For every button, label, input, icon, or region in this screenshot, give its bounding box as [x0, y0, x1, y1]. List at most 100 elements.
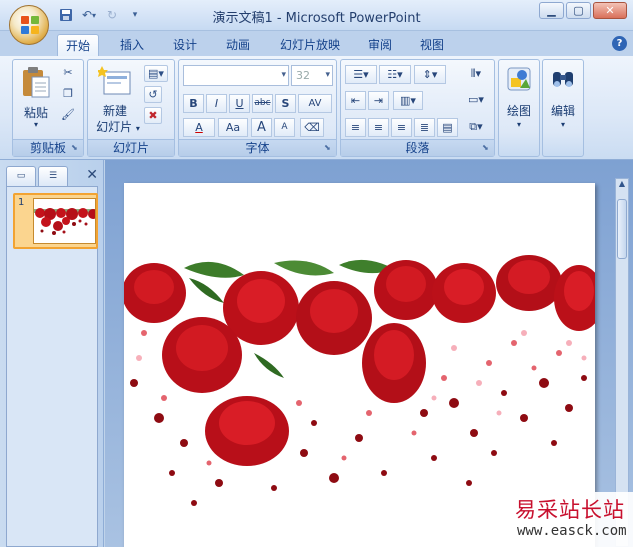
- char-spacing-button[interactable]: AV: [298, 94, 332, 113]
- minimize-button[interactable]: ▁: [539, 2, 564, 19]
- tab-review[interactable]: 审阅: [360, 34, 400, 57]
- new-slide-dropdown-icon[interactable]: ▾: [136, 124, 140, 133]
- window-controls: ▁ ▢ ✕: [539, 2, 627, 19]
- new-slide-label-1: 新建: [102, 104, 127, 118]
- decrease-indent-button[interactable]: ⇤: [345, 91, 366, 110]
- font-color-button[interactable]: A: [183, 118, 215, 137]
- eraser-icon: ⌫: [304, 121, 320, 134]
- delete-slide-button[interactable]: ✖: [144, 107, 162, 124]
- change-case-button[interactable]: Aa: [218, 118, 248, 137]
- font-name-dropdown-icon[interactable]: ▾: [281, 66, 286, 85]
- editing-dropdown-icon[interactable]: ▾: [543, 120, 583, 129]
- align-left-button[interactable]: ≡: [345, 118, 366, 137]
- bold-button[interactable]: B: [183, 94, 204, 113]
- paragraph-launcher-icon[interactable]: ⬊: [482, 144, 491, 153]
- copy-button[interactable]: ❐: [59, 86, 77, 103]
- strikethrough-button[interactable]: abc: [252, 94, 273, 113]
- editing-button[interactable]: 编辑 ▾: [543, 64, 583, 144]
- slide-editing-area: ▲: [105, 160, 633, 547]
- scroll-up-icon[interactable]: ▲: [616, 179, 628, 193]
- watermark: 易采站长站 www.easck.com: [505, 492, 633, 547]
- slide-thumbnail-1[interactable]: 1: [13, 193, 98, 249]
- maximize-button[interactable]: ▢: [566, 2, 591, 19]
- scrollbar-thumb[interactable]: [617, 199, 627, 259]
- new-slide-button[interactable]: 新建 幻灯片 ▾: [90, 64, 140, 136]
- office-logo-icon: [21, 16, 39, 34]
- pane-tab-outline[interactable]: ☰: [38, 166, 68, 186]
- font-name-combo[interactable]: ▾: [183, 65, 289, 86]
- shrink-font-button[interactable]: A: [274, 118, 295, 137]
- reset-button[interactable]: ↺: [144, 86, 162, 103]
- close-button[interactable]: ✕: [593, 2, 627, 19]
- tab-insert[interactable]: 插入: [112, 34, 152, 57]
- layout-button[interactable]: ▤▾: [144, 65, 168, 82]
- font-size-combo[interactable]: 32 ▾: [291, 65, 333, 86]
- clipboard-launcher-icon[interactable]: ⬊: [71, 144, 80, 153]
- justify-button[interactable]: ≣: [414, 118, 435, 137]
- editing-label: 编辑: [550, 104, 575, 118]
- distributed-icon: ▤: [442, 121, 453, 134]
- tab-design[interactable]: 设计: [165, 34, 205, 57]
- close-icon: ✕: [605, 4, 615, 17]
- columns-button[interactable]: ▥▾: [393, 91, 423, 110]
- text-direction-button[interactable]: ⫴▾: [462, 65, 490, 84]
- increase-indent-button[interactable]: ⇥: [368, 91, 389, 110]
- group-editing: 编辑 ▾: [542, 59, 584, 157]
- watermark-title: 易采站长站: [515, 498, 625, 522]
- font-size-value: 32: [296, 69, 310, 82]
- align-text-icon: ▭▾: [468, 93, 484, 106]
- pane-tab-slides[interactable]: ▭: [6, 166, 36, 186]
- decrease-indent-icon: ⇤: [350, 94, 361, 107]
- font-launcher-icon[interactable]: ⬊: [324, 144, 333, 153]
- align-text-button[interactable]: ▭▾: [462, 91, 490, 110]
- pane-close-button[interactable]: ✕: [86, 167, 98, 183]
- line-spacing-button[interactable]: ⇕▾: [414, 65, 446, 84]
- numbering-icon: ☷▾: [387, 68, 403, 81]
- grow-font-button[interactable]: A: [251, 118, 272, 137]
- paste-dropdown-icon[interactable]: ▾: [17, 120, 55, 129]
- new-slide-icon: [98, 66, 131, 95]
- italic-button[interactable]: I: [206, 94, 227, 113]
- shapes-icon: [507, 67, 531, 91]
- office-button[interactable]: [9, 5, 49, 45]
- text-direction-icon: ⫴▾: [470, 67, 482, 80]
- font-group-label: 字体: [179, 139, 336, 156]
- paste-button[interactable]: 粘贴 ▾: [17, 64, 55, 134]
- slide-thumbnail-list: 1: [6, 186, 98, 547]
- distributed-button[interactable]: ▤: [437, 118, 458, 137]
- drawing-dropdown-icon[interactable]: ▾: [499, 120, 539, 129]
- align-left-icon: ≡: [350, 121, 361, 134]
- text-shadow-button[interactable]: S: [275, 94, 296, 113]
- tab-view[interactable]: 视图: [412, 34, 452, 57]
- numbering-button[interactable]: ☷▾: [379, 65, 411, 84]
- title-bar: ↶ ▾ ↻ ▾ 演示文稿1 - Microsoft PowerPoint ▁ ▢ …: [0, 0, 633, 31]
- slides-pane: ▭ ☰ ✕ 1: [0, 160, 104, 547]
- smartart-button[interactable]: ⧉▾: [462, 118, 490, 137]
- minimize-icon: ▁: [547, 4, 556, 17]
- increase-indent-icon: ⇥: [373, 94, 384, 107]
- underline-button[interactable]: U: [229, 94, 250, 113]
- brush-icon: 🖌: [61, 108, 75, 121]
- align-right-button[interactable]: ≡: [391, 118, 412, 137]
- align-right-icon: ≡: [396, 121, 407, 134]
- tab-slideshow[interactable]: 幻灯片放映: [272, 34, 348, 57]
- copy-icon: ❐: [63, 87, 73, 100]
- bullets-button[interactable]: ☰▾: [345, 65, 377, 84]
- pane-tabs: ▭ ☰ ✕: [6, 166, 100, 188]
- cut-button[interactable]: ✂: [59, 65, 77, 82]
- align-center-button[interactable]: ≡: [368, 118, 389, 137]
- tab-animations[interactable]: 动画: [218, 34, 258, 57]
- tab-home[interactable]: 开始: [57, 34, 100, 57]
- columns-icon: ▥▾: [400, 94, 416, 107]
- slides-group-label: 幻灯片: [88, 139, 174, 156]
- help-button[interactable]: ?: [612, 36, 627, 51]
- close-pane-icon: ✕: [86, 167, 98, 183]
- group-clipboard: 粘贴 ▾ ✂ ❐ 🖌 剪贴板 ⬊: [12, 59, 84, 157]
- ribbon-tabs: 开始 插入 设计 动画 幻灯片放映 审阅 视图 ?: [0, 31, 633, 57]
- font-size-dropdown-icon[interactable]: ▾: [325, 66, 330, 85]
- paste-label: 粘贴: [23, 106, 48, 120]
- help-icon: ?: [616, 38, 623, 49]
- clear-format-button[interactable]: ⌫: [300, 118, 324, 137]
- format-painter-button[interactable]: 🖌: [59, 107, 77, 124]
- drawing-button[interactable]: 绘图 ▾: [499, 64, 539, 144]
